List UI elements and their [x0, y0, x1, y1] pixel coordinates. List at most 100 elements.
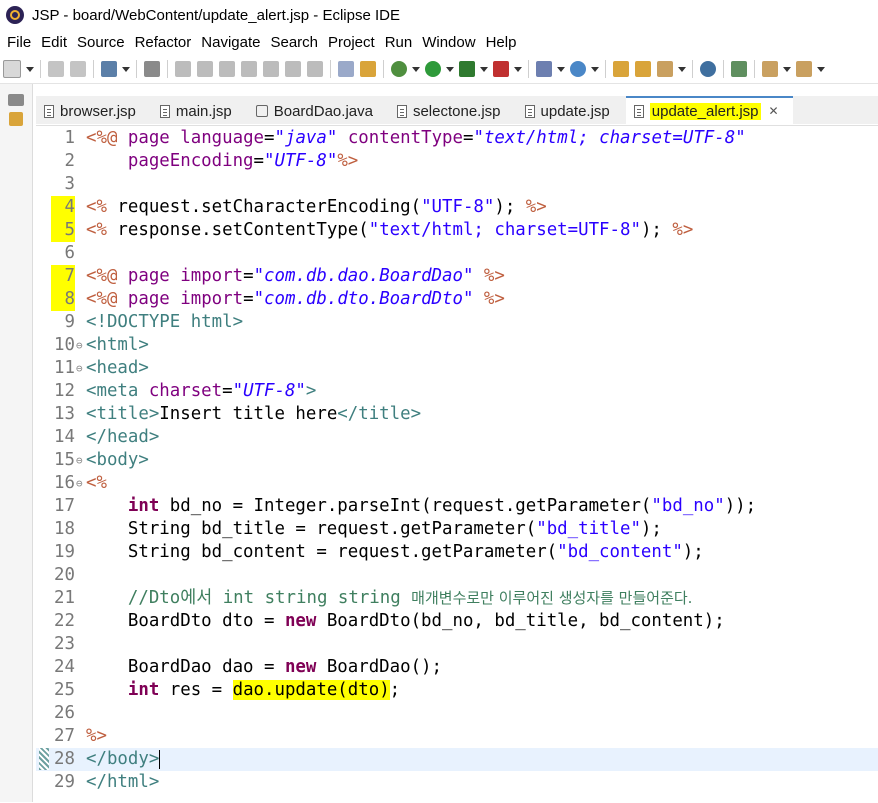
menu-refactor[interactable]: Refactor — [135, 34, 192, 51]
chevron-down-icon[interactable] — [678, 66, 686, 72]
code-token: BoardDao(); — [316, 657, 442, 677]
close-icon[interactable]: ✕ — [769, 104, 779, 118]
web-browser-icon[interactable] — [700, 61, 716, 77]
code-line[interactable]: 1 <%@ page language="java" contentType="t… — [36, 127, 878, 150]
menu-help[interactable]: Help — [486, 34, 517, 51]
fold-toggle-icon[interactable]: ⊖ — [76, 357, 83, 380]
code-line[interactable]: 15 ⊖ <body> — [36, 449, 878, 472]
code-line[interactable]: 5 <% response.setContentType("text/html; … — [36, 219, 878, 242]
menu-source[interactable]: Source — [77, 34, 125, 51]
code-line[interactable]: 29 </html> — [36, 771, 878, 794]
resume-icon[interactable] — [175, 61, 191, 77]
run-icon[interactable] — [425, 61, 441, 77]
package-explorer-icon[interactable] — [9, 112, 23, 126]
code-line[interactable]: 11 ⊖ <head> — [36, 357, 878, 380]
tab-label: main.jsp — [175, 102, 232, 120]
step-return-icon[interactable] — [307, 61, 323, 77]
toolbar-separator — [40, 60, 41, 78]
fold-toggle-icon[interactable]: ⊖ — [76, 334, 83, 357]
tab-update-alert-jsp[interactable]: update_alert.jsp ✕ — [625, 96, 793, 124]
terminate-icon[interactable] — [219, 61, 235, 77]
step-into-icon[interactable] — [263, 61, 279, 77]
restore-icon[interactable] — [8, 94, 24, 106]
tab-update-jsp[interactable]: update.jsp — [517, 98, 624, 124]
chevron-down-icon[interactable] — [480, 66, 488, 72]
fold-toggle-icon[interactable]: ⊖ — [76, 472, 83, 495]
code-line[interactable]: 28 </body> — [36, 748, 878, 771]
disconnect-icon[interactable] — [241, 61, 257, 77]
code-line[interactable]: 23 — [36, 633, 878, 656]
code-line[interactable]: 20 — [36, 564, 878, 587]
new-class-icon[interactable] — [570, 61, 586, 77]
terminal-icon[interactable] — [101, 61, 117, 77]
code-line[interactable]: 22 BoardDto dto = new BoardDto(bd_no, bd… — [36, 610, 878, 633]
code-editor[interactable]: 1 <%@ page language="java" contentType="t… — [36, 125, 878, 803]
menu-run[interactable]: Run — [385, 34, 413, 51]
code-line[interactable]: 27 %> — [36, 725, 878, 748]
code-line[interactable]: 16 ⊖ <% — [36, 472, 878, 495]
line-number: 6 — [64, 243, 75, 263]
drop-to-frame-icon[interactable] — [338, 61, 354, 77]
chevron-down-icon[interactable] — [514, 66, 522, 72]
open-task-icon[interactable] — [635, 61, 651, 77]
search-icon[interactable] — [657, 61, 673, 77]
code-line[interactable]: 9 <!DOCTYPE html> — [36, 311, 878, 334]
menu-navigate[interactable]: Navigate — [201, 34, 260, 51]
code-line[interactable]: 25 int res = dao.update(dto); — [36, 679, 878, 702]
code-line[interactable]: 2 pageEncoding="UTF-8"%> — [36, 150, 878, 173]
menu-search[interactable]: Search — [270, 34, 318, 51]
code-line[interactable]: 10 ⊖ <html> — [36, 334, 878, 357]
tab-browser-jsp[interactable]: browser.jsp — [36, 98, 150, 124]
code-line[interactable]: 8 <%@ page import="com.db.dto.BoardDto" %… — [36, 288, 878, 311]
code-line[interactable]: 24 BoardDao dao = new BoardDao(); — [36, 656, 878, 679]
chevron-down-icon[interactable] — [591, 66, 599, 72]
code-line[interactable]: 12 <meta charset="UTF-8"> — [36, 380, 878, 403]
line-number: 5 — [51, 219, 75, 242]
debug-icon[interactable] — [391, 61, 407, 77]
suspend-icon[interactable] — [197, 61, 213, 77]
chevron-down-icon[interactable] — [122, 66, 130, 72]
fold-toggle-icon[interactable]: ⊖ — [76, 449, 83, 472]
code-line[interactable]: 6 — [36, 242, 878, 265]
code-line[interactable]: 21 //Dto에서 int string string 매개변수로만 이루어진… — [36, 587, 878, 610]
save-all-icon[interactable] — [70, 61, 86, 77]
code-text: <html> — [86, 334, 149, 357]
code-text: BoardDto dto = new BoardDto(bd_no, bd_ti… — [86, 610, 725, 633]
code-line[interactable]: 13 <title>Insert title here</title> — [36, 403, 878, 426]
code-line[interactable]: 17 int bd_no = Integer.parseInt(request.… — [36, 495, 878, 518]
previous-annotation-icon[interactable] — [796, 61, 812, 77]
chevron-down-icon[interactable] — [446, 66, 454, 72]
coverage-icon[interactable] — [459, 61, 475, 77]
code-line[interactable]: 19 String bd_content = request.getParame… — [36, 541, 878, 564]
tab-boarddao-java[interactable]: BoardDao.java — [248, 98, 387, 124]
menu-project[interactable]: Project — [328, 34, 375, 51]
save-icon[interactable] — [48, 61, 64, 77]
new-java-project-icon[interactable] — [536, 61, 552, 77]
step-over-icon[interactable] — [285, 61, 301, 77]
menu-file[interactable]: File — [7, 34, 31, 51]
code-token: "com.db.dao.BoardDao" — [253, 266, 474, 286]
skip-breakpoints-icon[interactable] — [144, 61, 160, 77]
tab-main-jsp[interactable]: main.jsp — [152, 98, 246, 124]
chevron-down-icon[interactable] — [412, 66, 420, 72]
code-line[interactable]: 3 — [36, 173, 878, 196]
external-tools-icon[interactable] — [493, 61, 509, 77]
chevron-down-icon[interactable] — [557, 66, 565, 72]
open-type-icon[interactable] — [613, 61, 629, 77]
code-line[interactable]: 26 — [36, 702, 878, 725]
menu-edit[interactable]: Edit — [41, 34, 67, 51]
code-line[interactable]: 7 <%@ page import="com.db.dao.BoardDao" %… — [36, 265, 878, 288]
next-annotation-icon[interactable] — [762, 61, 778, 77]
code-line[interactable]: 18 String bd_title = request.getParamete… — [36, 518, 878, 541]
chevron-down-icon[interactable] — [26, 66, 34, 72]
menu-window[interactable]: Window — [422, 34, 475, 51]
chevron-down-icon[interactable] — [817, 66, 825, 72]
new-icon[interactable] — [3, 60, 21, 78]
toggle-annotation-icon[interactable] — [731, 61, 747, 77]
chevron-down-icon[interactable] — [783, 66, 791, 72]
tab-selectone-jsp[interactable]: selectone.jsp — [389, 98, 515, 124]
code-token: </title> — [337, 404, 422, 424]
code-line[interactable]: 14 </head> — [36, 426, 878, 449]
code-line[interactable]: 4 <% request.setCharacterEncoding("UTF-8"… — [36, 196, 878, 219]
use-step-filters-icon[interactable] — [360, 61, 376, 77]
